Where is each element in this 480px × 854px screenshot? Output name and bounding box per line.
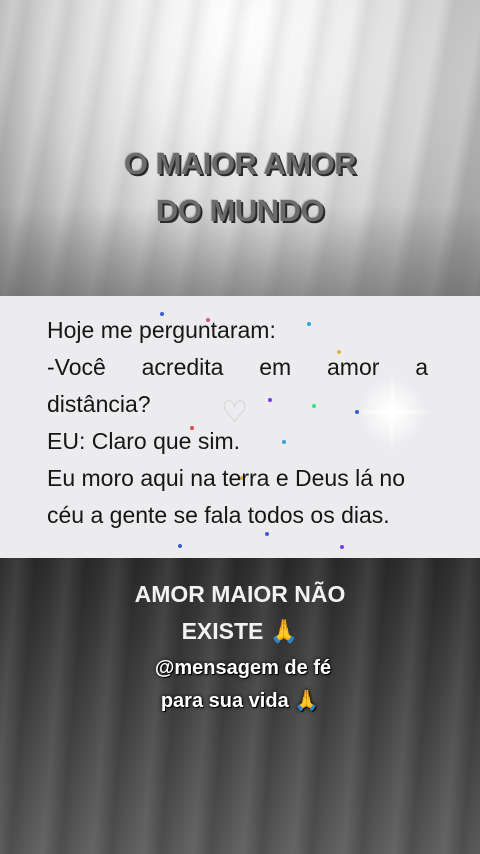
message-word: -Você	[47, 354, 106, 380]
message-line: Hoje me perguntaram:	[47, 317, 276, 343]
message-line: Eu moro aqui na terra e Deus lá no	[47, 465, 405, 491]
footer-headline: AMOR MAIOR NÃO EXISTE 🙏	[0, 576, 480, 650]
confetti-dot	[178, 544, 182, 548]
handle-line-2: para sua vida 🙏	[160, 690, 320, 712]
message-line: céu a gente se fala todos os dias.	[47, 502, 390, 528]
message-word: amor	[327, 354, 380, 380]
message-word: em	[259, 354, 292, 380]
message-word: a	[415, 354, 428, 380]
message-text: Hoje me perguntaram: -Você acredita em a…	[47, 312, 428, 534]
handle-line-1: @mensagem de fé	[154, 657, 332, 679]
message-line: EU: Claro que sim.	[47, 428, 241, 454]
footer-line-1: AMOR MAIOR NÃO	[134, 581, 346, 607]
title-line-2: DO MUNDO	[155, 193, 325, 228]
message-line-justified: -Você acredita em amor a	[47, 349, 428, 386]
message-word: acredita	[141, 354, 224, 380]
confetti-dot	[340, 545, 344, 549]
message-line: distância?	[47, 391, 151, 417]
footer-line-2: EXISTE 🙏	[181, 618, 299, 644]
author-handle: @mensagem de fé para sua vida 🙏	[0, 652, 480, 718]
page-title: O MAIOR AMOR DO MUNDO	[0, 140, 480, 234]
title-line-1: O MAIOR AMOR	[123, 146, 357, 181]
